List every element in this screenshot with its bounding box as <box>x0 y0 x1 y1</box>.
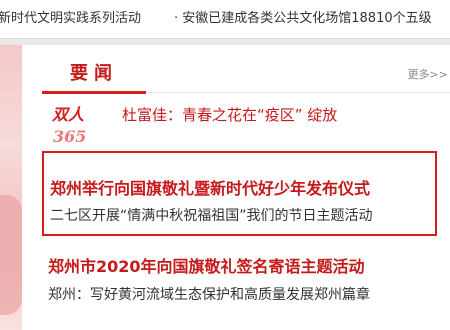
featured-article-box: 郑州举行向国旗敬礼暨新时代好少年发布仪式 二七区开展“情满中秋祝福祖国”我们的节… <box>42 151 437 236</box>
side-banner-shape <box>0 195 22 315</box>
ticker-item[interactable]: · 安徽已建成各类公共文化场馆18810个五级 <box>174 0 432 38</box>
logo-headline-row: 双人 365 杜富佳：青春之花在“疫区” 绽放 <box>52 104 447 146</box>
side-banner-image <box>0 45 22 330</box>
section-header: 要闻 更多>> <box>42 58 450 94</box>
logo-number: 365 <box>53 127 87 146</box>
article-title[interactable]: 郑州市2020年向国旗敬礼签名寄语主题活动 <box>48 253 365 277</box>
article-subtitle[interactable]: 郑州：写好黄河流域生态保护和高质量发展郑州篇章 <box>48 284 370 304</box>
logo-headline-link[interactable]: 杜富佳：青春之花在“疫区” 绽放 <box>122 104 337 126</box>
featured-article-subtitle[interactable]: 二七区开展“情满中秋祝福祖国”我们的节日主题活动 <box>50 205 373 225</box>
ticker-divider <box>0 38 450 45</box>
logo: 双人 365 <box>52 104 118 146</box>
featured-article-title[interactable]: 郑州举行向国旗敬礼暨新时代好少年发布仪式 <box>50 175 370 199</box>
section-title: 要闻 <box>42 58 146 94</box>
ticker-item[interactable]: 新时代文明实践系列活动 <box>0 0 141 38</box>
more-link[interactable]: 更多>> <box>408 66 448 82</box>
logo-text: 双人 <box>52 105 85 124</box>
news-ticker: 新时代文明实践系列活动 · 安徽已建成各类公共文化场馆18810个五级 <box>0 0 450 38</box>
